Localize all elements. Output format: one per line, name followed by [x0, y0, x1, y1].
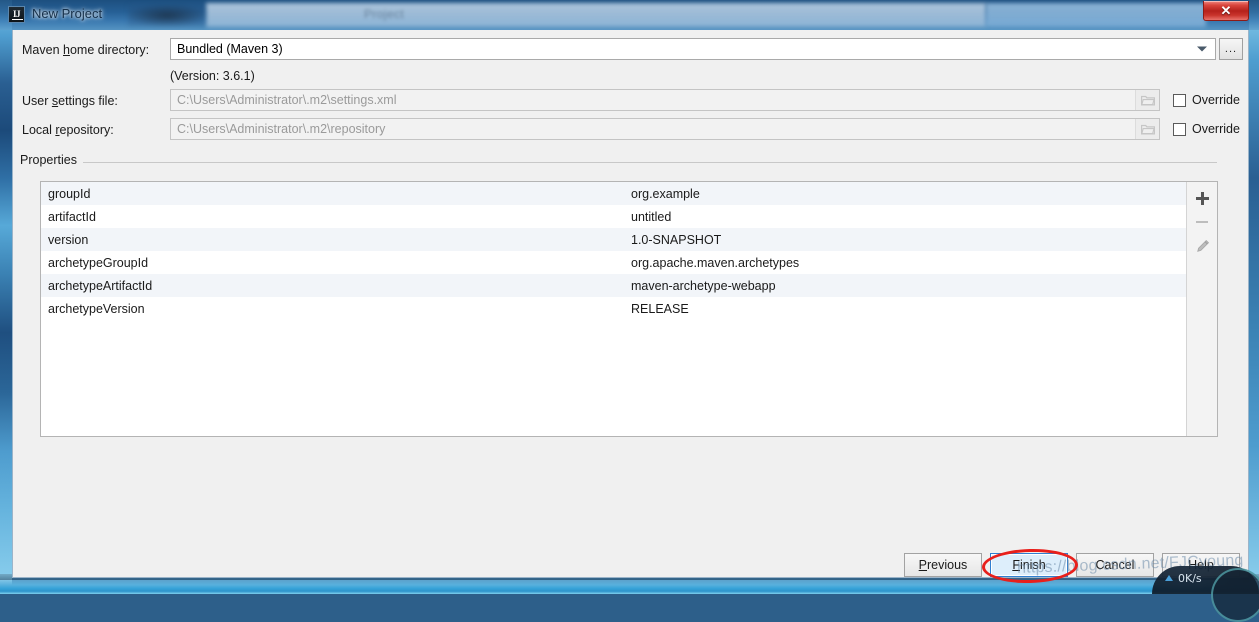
cancel-button[interactable]: Cancel [1076, 553, 1154, 577]
folder-icon [1140, 124, 1155, 135]
property-key: archetypeVersion [48, 301, 145, 316]
local-repository-input: C:\Users\Administrator\.m2\repository [170, 118, 1160, 140]
window-title: New Project [32, 6, 103, 21]
network-speed-widget[interactable]: 0K/s [1152, 566, 1259, 622]
checkbox-icon [1173, 93, 1186, 107]
finish-button[interactable]: Finish [990, 553, 1068, 577]
arrow-up-icon [1165, 575, 1173, 581]
properties-table: groupId org.example artifactId untitled … [40, 181, 1218, 437]
user-settings-file-value: C:\Users\Administrator\.m2\settings.xml [177, 93, 397, 107]
minus-icon [1196, 221, 1208, 223]
user-settings-override-checkbox[interactable]: Override [1173, 93, 1240, 107]
table-row[interactable]: artifactId untitled [41, 205, 1186, 228]
network-speed-rate: 0K/s [1178, 572, 1202, 585]
property-value: org.apache.maven.archetypes [631, 255, 800, 270]
title-bar[interactable]: Project IJ New Project ✕ [0, 0, 1259, 30]
titlebar-glass-blur [206, 3, 986, 27]
local-repository-browse-button [1135, 119, 1159, 139]
table-row[interactable]: groupId org.example [41, 182, 1186, 205]
folder-icon [1140, 95, 1155, 106]
properties-group-separator [20, 162, 1217, 163]
maven-home-directory-combobox[interactable]: Bundled (Maven 3) [170, 38, 1216, 60]
background-window-ghost-text: Project [364, 7, 405, 21]
properties-table-body[interactable]: groupId org.example artifactId untitled … [41, 182, 1186, 436]
property-value: RELEASE [631, 301, 689, 316]
titlebar-glass-blur-left [128, 5, 206, 26]
maven-home-directory-label: Maven home directory: [22, 43, 150, 57]
pencil-icon [1196, 239, 1209, 252]
network-speed-ring [1211, 568, 1259, 622]
property-key: archetypeGroupId [48, 255, 149, 270]
local-repository-override-label: Override [1192, 122, 1240, 136]
property-key: version [48, 232, 89, 247]
property-value: untitled [631, 209, 672, 224]
window-border-bottom [0, 580, 1259, 594]
local-repository-label: Local repository: [22, 123, 114, 137]
checkbox-icon [1173, 122, 1186, 136]
property-value: org.example [631, 186, 700, 201]
chevron-down-icon [1197, 46, 1207, 52]
remove-property-button[interactable] [1190, 211, 1215, 233]
edit-property-button[interactable] [1190, 235, 1215, 257]
property-key: artifactId [48, 209, 96, 224]
previous-button[interactable]: Previous [904, 553, 982, 577]
maven-home-browse-button[interactable]: ... [1219, 38, 1243, 60]
close-button[interactable]: ✕ [1203, 1, 1249, 21]
user-settings-override-label: Override [1192, 93, 1240, 107]
table-row[interactable]: archetypeVersion RELEASE [41, 297, 1186, 320]
properties-table-toolbar [1186, 182, 1217, 436]
plus-icon [1195, 191, 1209, 205]
titlebar-glass-blur-right [986, 3, 1206, 27]
user-settings-file-label: User settings file: [22, 94, 118, 108]
local-repository-value: C:\Users\Administrator\.m2\repository [177, 122, 386, 136]
intellij-idea-icon: IJ [8, 6, 25, 23]
table-row[interactable]: archetypeArtifactId maven-archetype-weba… [41, 274, 1186, 297]
properties-group-title: Properties [20, 153, 83, 167]
maven-version-note: (Version: 3.6.1) [170, 69, 255, 83]
property-value: 1.0-SNAPSHOT [631, 232, 722, 247]
user-settings-browse-button [1135, 90, 1159, 110]
maven-home-directory-value: Bundled (Maven 3) [177, 42, 283, 56]
window-border-left [0, 0, 12, 594]
window-border-right [1249, 0, 1259, 594]
table-row[interactable]: archetypeGroupId org.apache.maven.archet… [41, 251, 1186, 274]
property-key: archetypeArtifactId [48, 278, 153, 293]
close-icon: ✕ [1220, 3, 1232, 18]
user-settings-file-input: C:\Users\Administrator\.m2\settings.xml [170, 89, 1160, 111]
add-property-button[interactable] [1190, 187, 1215, 209]
property-value: maven-archetype-webapp [631, 278, 776, 293]
local-repository-override-checkbox[interactable]: Override [1173, 122, 1240, 136]
property-key: groupId [48, 186, 91, 201]
table-row[interactable]: version 1.0-SNAPSHOT [41, 228, 1186, 251]
